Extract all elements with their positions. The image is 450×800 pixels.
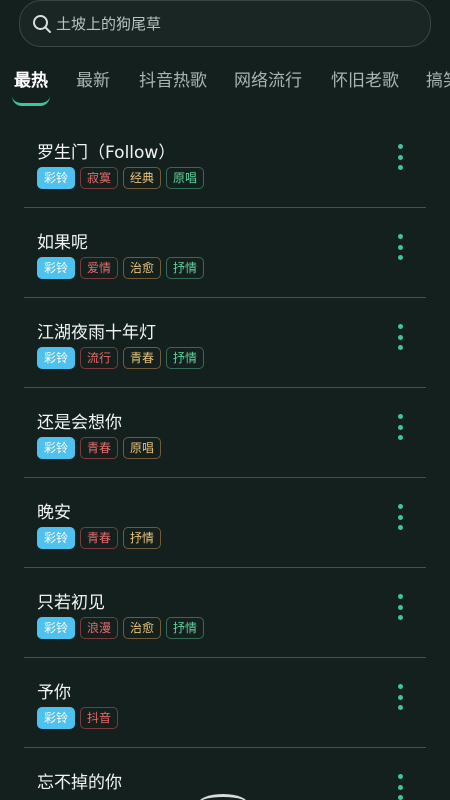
tab-nostalgic[interactable]: 怀旧老歌 [331, 66, 399, 91]
song-tag: 抒情 [166, 617, 205, 639]
song-tag: 彩铃 [37, 347, 76, 369]
more-dot [397, 165, 403, 170]
song-row[interactable]: 予你彩铃 抖音 [24, 658, 426, 748]
more-dot [397, 615, 403, 620]
song-tag: 彩铃 [37, 617, 76, 639]
more-dot [397, 334, 403, 340]
song-tag: 寂寞 [80, 167, 119, 189]
song-tag: 彩铃 [37, 167, 76, 189]
more-dot [397, 684, 403, 689]
song-tag: 治愈 [123, 617, 162, 639]
tab-hot[interactable]: 最热 [14, 66, 48, 91]
song-tag: 彩铃 [37, 437, 76, 459]
tab-new[interactable]: 最新 [76, 66, 110, 91]
more-vertical-icon[interactable] [394, 504, 406, 530]
song-title: 罗生门（Follow） [37, 143, 176, 163]
more-dot [397, 154, 403, 160]
more-dot [397, 414, 403, 419]
song-tags: 彩铃 爱情 治愈 抒情 [37, 257, 205, 279]
tab-funny[interactable]: 搞笑 [426, 66, 450, 91]
song-tag: 彩铃 [37, 707, 76, 729]
song-tags: 彩铃 浪漫 治愈 抒情 [37, 617, 205, 639]
more-vertical-icon[interactable] [394, 594, 406, 620]
search-icon [33, 14, 51, 33]
song-row[interactable]: 还是会想你彩铃 青春 原唱 [24, 388, 426, 478]
song-row[interactable]: 只若初见彩铃 浪漫 治愈 抒情 [24, 568, 426, 658]
more-vertical-icon[interactable] [394, 144, 406, 170]
song-tag: 青春 [80, 527, 119, 549]
tab-douyin-hits[interactable]: 抖音热歌 [139, 66, 207, 91]
more-dot [397, 244, 403, 250]
more-dot [397, 784, 403, 790]
song-row[interactable]: 江湖夜雨十年灯 彩铃 流行 青春 抒情 [24, 298, 426, 388]
more-dot [397, 144, 403, 149]
more-dot [397, 594, 403, 599]
song-tag: 彩铃 [37, 527, 76, 549]
song-tag: 抖音 [80, 707, 119, 729]
song-title: 予你 [37, 683, 71, 703]
more-vertical-icon[interactable] [394, 234, 406, 260]
song-tag: 青春 [80, 437, 119, 459]
song-row[interactable]: 忘不掉的你 [24, 748, 426, 800]
song-tags: 彩铃 流行 青春 抒情 [37, 347, 205, 369]
song-tag: 原唱 [166, 167, 205, 189]
song-tag: 青春 [123, 347, 162, 369]
song-tag: 爱情 [80, 257, 119, 279]
more-dot [397, 604, 403, 610]
more-vertical-icon[interactable] [394, 774, 406, 800]
song-tag: 浪漫 [80, 617, 119, 639]
song-tags: 彩铃 青春 原唱 [37, 437, 162, 459]
song-tag: 抒情 [123, 527, 162, 549]
more-dot [397, 705, 403, 710]
tab-internet-popular[interactable]: 网络流行 [234, 66, 302, 91]
song-row[interactable]: 如果呢彩铃 爱情 治愈 抒情 [24, 208, 426, 298]
song-tag: 抒情 [166, 347, 205, 369]
more-dot [397, 255, 403, 260]
search-input[interactable]: 土坡上的狗尾草 [56, 13, 161, 34]
song-tag: 彩铃 [37, 257, 76, 279]
song-tag: 治愈 [123, 257, 162, 279]
song-title: 晚安 [37, 503, 71, 523]
category-tabs: 最热 最新 抖音热歌 网络流行 怀旧老歌 搞笑 [0, 60, 450, 110]
song-tag: 抒情 [166, 257, 205, 279]
more-vertical-icon[interactable] [394, 684, 406, 710]
more-dot [397, 774, 403, 779]
song-title: 还是会想你 [37, 413, 122, 433]
more-dot [397, 324, 403, 329]
more-dot [397, 514, 403, 520]
more-dot [397, 694, 403, 700]
more-dot [397, 424, 403, 430]
more-dot [397, 525, 403, 530]
song-list: 罗生门（Follow） 彩铃 寂寞 经典 原唱 如果呢 彩铃 爱情 治愈 抒情 江湖夜雨十年灯 彩铃流… [24, 118, 426, 800]
song-tags: 彩铃 青春 抒情 [37, 527, 162, 549]
song-tags: 彩铃 抖音 [37, 707, 119, 729]
song-title: 只若初见 [37, 593, 105, 613]
more-dot [397, 795, 403, 800]
song-tag: 经典 [123, 167, 162, 189]
search-bar[interactable]: 土坡上的狗尾草 [19, 0, 431, 47]
more-dot [397, 345, 403, 350]
more-dot [397, 504, 403, 509]
more-dot [397, 435, 403, 440]
more-vertical-icon[interactable] [394, 414, 406, 440]
song-tag: 流行 [80, 347, 119, 369]
song-tag: 原唱 [123, 437, 162, 459]
active-tab-indicator [12, 96, 50, 106]
song-tags: 彩铃 寂寞 经典 原唱 [37, 167, 205, 189]
song-title: 忘不掉的你 [37, 773, 122, 793]
more-vertical-icon[interactable] [394, 324, 406, 350]
song-row[interactable]: 晚安彩铃 青春 抒情 [24, 478, 426, 568]
song-title: 江湖夜雨十年灯 [37, 323, 156, 343]
song-title: 如果呢 [37, 233, 88, 253]
song-row[interactable]: 罗生门（Follow） 彩铃 寂寞 经典 原唱 [24, 118, 426, 208]
more-dot [397, 234, 403, 239]
